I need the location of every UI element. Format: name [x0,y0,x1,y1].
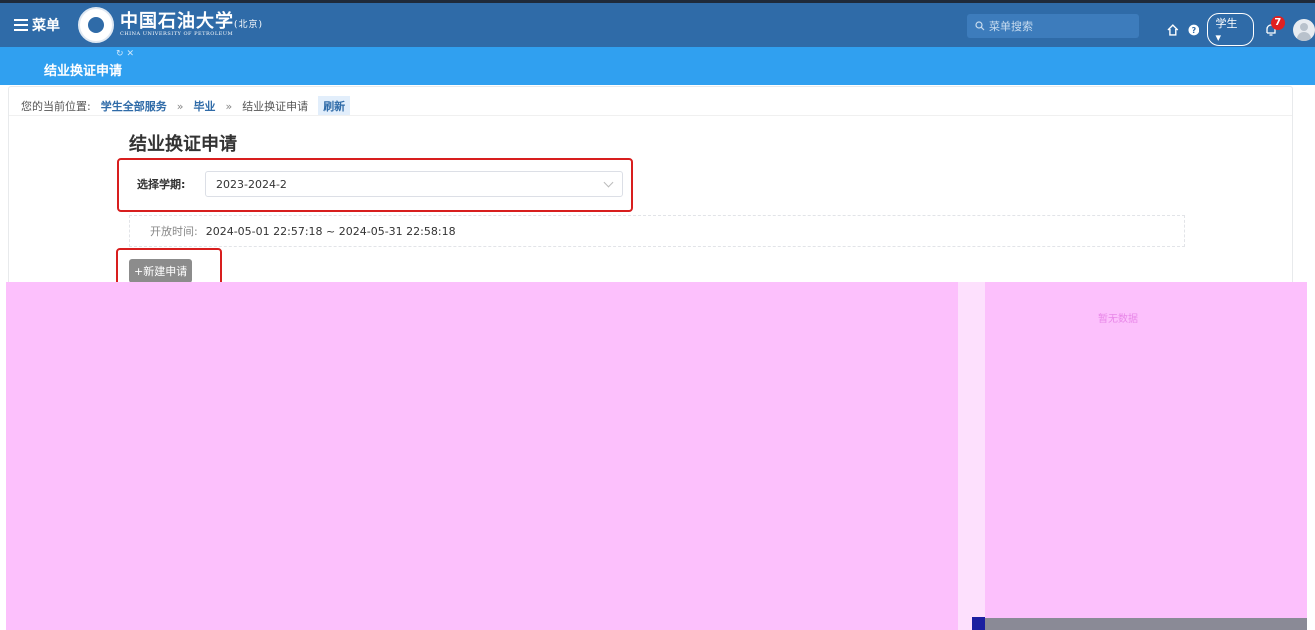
content-card: 您的当前位置: 学生全部服务 » 毕业 » 结业换证申请 刷新 结业换证申请 选… [8,86,1293,298]
redaction-overlay [6,282,958,630]
breadcrumb: 您的当前位置: 学生全部服务 » 毕业 » 结业换证申请 刷新 [21,96,351,116]
breadcrumb-prefix: 您的当前位置: [21,100,91,113]
search-icon [975,21,985,31]
svg-text:?: ? [1191,25,1196,34]
breadcrumb-current: 结业换证申请 [242,100,309,113]
home-icon[interactable] [1166,23,1180,37]
open-time-label: 开放时间: [150,225,198,238]
side-panel-overlay [985,282,1307,618]
new-application-button[interactable]: +新建申请 [129,259,193,283]
menu-label: 菜单 [32,18,60,34]
notifications-button[interactable]: 7 [1262,15,1285,40]
role-label: 学生 [1215,17,1238,30]
role-switcher[interactable]: 学生 ▾ [1207,13,1254,46]
menu-button[interactable]: 菜单 [14,15,60,35]
page-title: 结业换证申请 [129,134,237,155]
university-logo[interactable]: 中国石油大学(北京) CHINA UNIVERSITY OF PETROLEUM [78,7,263,43]
logo-english-name: CHINA UNIVERSITY OF PETROLEUM [120,31,234,38]
horizontal-scrollbar[interactable] [985,618,1307,630]
hamburger-icon [14,19,28,31]
term-select[interactable]: 2023-2024-2 [205,171,623,197]
search-input[interactable] [989,19,1129,33]
tab-bar: ↻ ✕ 结业换证申请 [0,47,1315,85]
university-emblem-icon [78,7,114,43]
open-time-panel: 开放时间: 2024-05-01 22:57:18 ~ 2024-05-31 2… [129,215,1185,247]
breadcrumb-graduation[interactable]: 毕业 [193,98,215,114]
logo-chinese-suffix: (北京) [234,20,264,31]
no-data-text: 暂无数据 [1098,314,1138,325]
reload-tab-icon[interactable]: ↻ [116,49,124,59]
chevron-down-icon [603,177,614,187]
breadcrumb-separator: » [225,99,233,113]
user-avatar[interactable] [1293,18,1315,41]
tab-graduation-certificate[interactable]: 结业换证申请 [44,60,122,79]
scroll-corner [972,617,985,630]
breadcrumb-divider [9,115,1292,116]
logo-chinese-name: 中国石油大学 [120,11,234,33]
breadcrumb-all-services[interactable]: 学生全部服务 [101,98,167,114]
help-icon[interactable]: ? [1188,24,1200,36]
notification-badge: 7 [1270,15,1285,30]
top-navbar: 菜单 中国石油大学(北京) CHINA UNIVERSITY OF PETROL… [0,0,1315,47]
menu-search[interactable] [967,14,1139,38]
redaction-overlay-gap [958,282,985,630]
open-time-value: 2024-05-01 22:57:18 ~ 2024-05-31 22:58:1… [205,224,456,238]
breadcrumb-separator: » [176,99,184,113]
term-label: 选择学期: [137,178,186,191]
caret-down-icon: ▾ [1215,31,1221,44]
term-row: 选择学期: 2023-2024-2 [137,171,623,197]
refresh-button[interactable]: 刷新 [318,96,351,116]
term-value: 2023-2024-2 [216,177,287,191]
close-tab-icon[interactable]: ✕ [127,49,135,59]
